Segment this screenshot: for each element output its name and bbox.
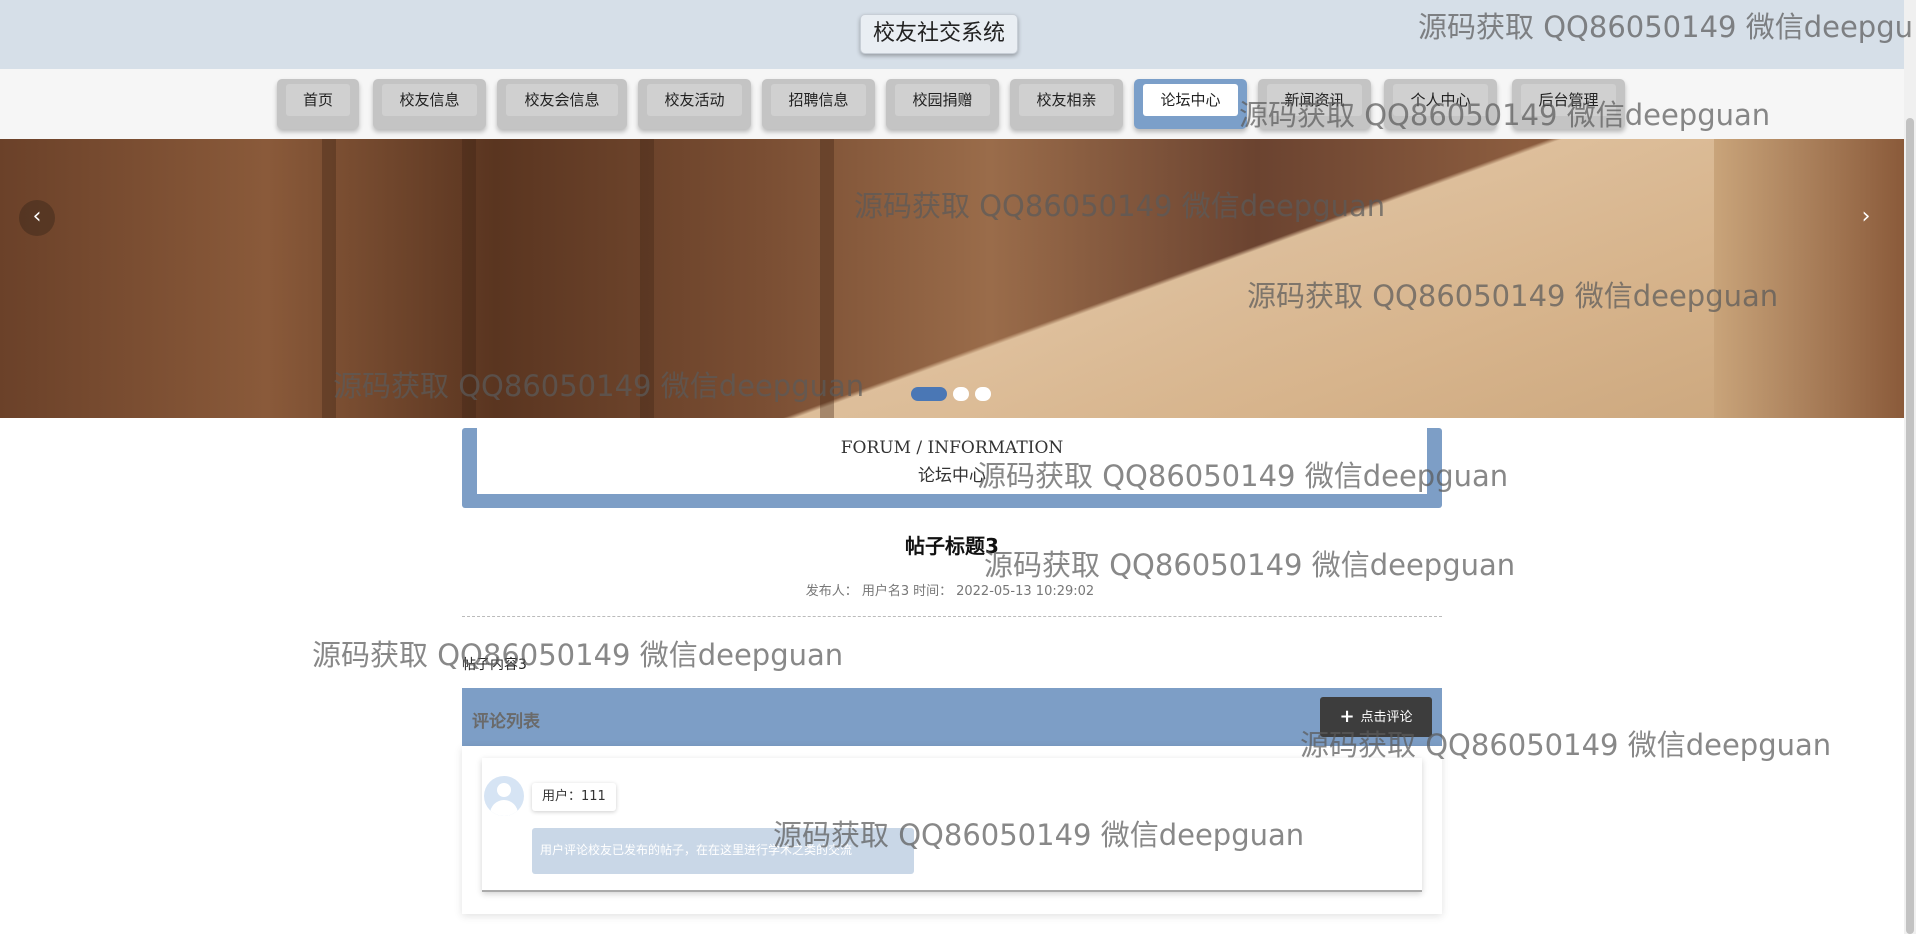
nav-item-donation[interactable]: 校园捐赠 <box>886 79 999 129</box>
comment-user-label: 用户： <box>542 789 582 804</box>
nav-item-alumni-info[interactable]: 校友信息 <box>373 79 486 129</box>
banner-decor <box>820 139 834 418</box>
banner-decor <box>1714 139 1904 418</box>
nav-item-label: 论坛中心 <box>1143 84 1238 116</box>
avatar <box>484 776 524 816</box>
nav-item-label: 招聘信息 <box>771 84 866 116</box>
carousel-dot-2[interactable] <box>953 387 969 401</box>
banner-decor <box>640 139 654 418</box>
carousel-prev-icon[interactable]: ‹ <box>19 200 55 236</box>
post-divider <box>462 616 1442 617</box>
comment-text: 用户评论校友已发布的帖子，在在这里进行学术之类的交流 <box>532 828 914 874</box>
banner-carousel: ‹ › <box>0 139 1904 418</box>
comments-title: 评论列表 <box>472 712 540 732</box>
scrollbar-thumb[interactable] <box>1906 118 1914 934</box>
site-title: 校友社交系统 <box>860 14 1019 54</box>
comment-card-border <box>482 890 1422 892</box>
section-heading-inner: FORUM / INFORMATION 论坛中心 <box>477 428 1427 494</box>
nav-item-forum[interactable]: 论坛中心 <box>1134 79 1247 129</box>
nav-item-label: 校友活动 <box>647 84 742 116</box>
nav-item-alumni-association[interactable]: 校友会信息 <box>497 79 627 129</box>
watermark: 源码获取 QQ86050149 微信deepguan <box>312 638 844 672</box>
comment-user-name: 111 <box>581 789 606 804</box>
nav-item-label: 后台管理 <box>1521 84 1616 116</box>
post-author-label: 发布人： <box>805 584 858 599</box>
nav-item-personal-center[interactable]: 个人中心 <box>1384 79 1497 129</box>
post-title: 帖子标题3 <box>905 534 999 558</box>
comments-header: 评论列表 + 点击评论 <box>462 688 1442 746</box>
add-comment-button[interactable]: + 点击评论 <box>1320 697 1432 737</box>
nav-item-label: 新闻资讯 <box>1267 84 1362 116</box>
nav-item-news[interactable]: 新闻资讯 <box>1258 79 1371 129</box>
nav-item-recruitment[interactable]: 招聘信息 <box>762 79 875 129</box>
section-heading: FORUM / INFORMATION 论坛中心 <box>462 428 1442 508</box>
banner-decor <box>322 139 336 418</box>
post-content: 帖子内容3 <box>462 657 527 673</box>
post-meta: 发布人： 用户名3 时间： 2022-05-13 10:29:02 <box>462 580 1442 599</box>
page-scrollbar[interactable] <box>1904 0 1916 934</box>
plus-icon: + <box>1339 706 1355 727</box>
section-title-cn: 论坛中心 <box>918 466 986 486</box>
site-header: 校友社交系统 <box>0 0 1904 69</box>
nav-item-alumni-activities[interactable]: 校友活动 <box>638 79 751 129</box>
nav-item-label: 校友信息 <box>382 84 477 116</box>
banner-decor <box>462 139 476 418</box>
list-item: 用户：111 用户评论校友已发布的帖子，在在这里进行学术之类的交流 <box>482 758 1422 892</box>
nav-item-home[interactable]: 首页 <box>277 79 359 129</box>
nav-item-label: 校友相亲 <box>1019 84 1114 116</box>
section-title-en: FORUM / INFORMATION <box>840 438 1064 458</box>
nav-item-label: 首页 <box>286 84 350 116</box>
post-author: 用户名3 <box>861 584 910 599</box>
nav-item-label: 校友会信息 <box>506 84 618 116</box>
carousel-dot-1[interactable] <box>911 387 947 401</box>
nav-item-label: 个人中心 <box>1393 84 1488 116</box>
nav-item-label: 校园捐赠 <box>895 84 990 116</box>
main-nav: 首页 校友信息 校友会信息 校友活动 招聘信息 校园捐赠 校友相亲 论坛中心 新… <box>0 69 1904 139</box>
nav-item-admin[interactable]: 后台管理 <box>1512 79 1625 129</box>
add-comment-label: 点击评论 <box>1360 710 1413 725</box>
carousel-dot-3[interactable] <box>975 387 991 401</box>
carousel-next-icon[interactable]: › <box>1848 200 1884 236</box>
post-time-label: 时间： <box>913 584 953 599</box>
nav-item-matchmaking[interactable]: 校友相亲 <box>1010 79 1123 129</box>
comment-user: 用户：111 <box>532 783 616 811</box>
post-time: 2022-05-13 10:29:02 <box>956 584 1095 599</box>
comment-list: 用户：111 用户评论校友已发布的帖子，在在这里进行学术之类的交流 <box>462 746 1442 914</box>
